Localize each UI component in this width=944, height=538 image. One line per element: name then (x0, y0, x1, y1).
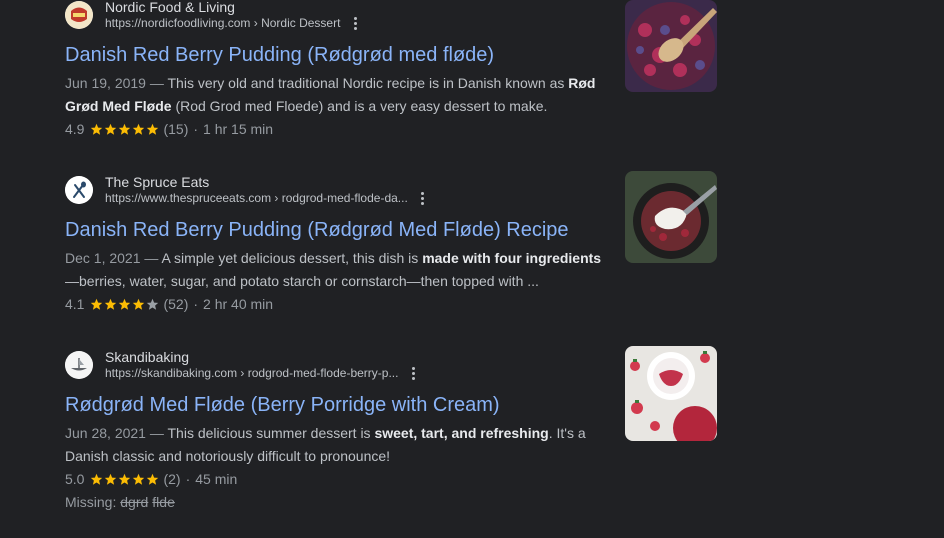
search-result: Nordic Food & Living https://nordicfoodl… (65, 0, 717, 141)
rating-row: 4.1 (52) · 2 hr 40 min (65, 293, 717, 316)
star-icon (91, 473, 103, 485)
missing-term[interactable]: flde (152, 494, 175, 510)
more-options-icon[interactable] (408, 367, 418, 381)
date-dash: — (149, 75, 164, 91)
site-name: Skandibaking (105, 348, 190, 365)
star-icon (133, 298, 145, 310)
review-count: (15) (163, 121, 189, 137)
star-icon (147, 298, 159, 310)
result-title-link[interactable]: Danish Red Berry Pudding (Rødgrød Med Fl… (65, 217, 717, 243)
snippet-text: —berries, water, sugar, and potato starc… (65, 273, 539, 289)
missing-terms: Missing: dgrd flde (65, 491, 717, 514)
star-icon (105, 123, 117, 135)
rating-value: 5.0 (65, 471, 85, 487)
result-title-link[interactable]: Danish Red Berry Pudding (Rødgrød med fl… (65, 42, 717, 68)
result-date: Jun 28, 2021 (65, 425, 146, 441)
result-title-link[interactable]: Rødgrød Med Fløde (Berry Porridge with C… (65, 392, 717, 418)
date-dash: — (144, 250, 159, 266)
missing-term[interactable]: dgrd (120, 494, 148, 510)
rating-row: 4.9 (15) · 1 hr 15 min (65, 118, 717, 141)
result-source[interactable]: The Spruce Eats https://www.thespruceeat… (65, 169, 717, 211)
result-snippet: Dec 1, 2021 — A simple yet delicious des… (65, 247, 605, 293)
nordic-food-logo-icon (65, 1, 93, 29)
review-count: (2) (163, 471, 181, 487)
site-name: Nordic Food & Living (105, 0, 235, 15)
separator: · (185, 471, 191, 487)
snippet-bold: sweet, tart, and refreshing (374, 425, 549, 441)
star-rating (90, 123, 160, 136)
berry-bowl-spoon-image[interactable] (625, 0, 717, 92)
star-icon (91, 123, 103, 135)
star-icon (105, 473, 117, 485)
viking-ship-icon (65, 351, 93, 379)
star-icon (119, 298, 131, 310)
spoon-fork-icon (65, 176, 93, 204)
rating-value: 4.1 (65, 296, 85, 312)
star-icon (133, 473, 145, 485)
snippet-bold: made with four ingredients (422, 250, 602, 266)
star-icon (133, 123, 145, 135)
star-icon (147, 123, 159, 135)
site-url: https://www.thespruceeats.com › rodgrod-… (105, 191, 408, 206)
result-source[interactable]: Nordic Food & Living https://nordicfoodl… (65, 0, 717, 36)
result-source[interactable]: Skandibaking https://skandibaking.com › … (65, 344, 717, 386)
search-result: Skandibaking https://skandibaking.com › … (65, 344, 717, 514)
result-snippet: Jun 19, 2019 — This very old and traditi… (65, 72, 605, 118)
site-url: https://skandibaking.com › rodgrod-med-f… (105, 366, 399, 381)
more-options-icon[interactable] (350, 17, 360, 31)
rating-value: 4.9 (65, 121, 85, 137)
snippet-text: This very old and traditional Nordic rec… (167, 75, 569, 91)
result-snippet: Jun 28, 2021 — This delicious summer des… (65, 422, 605, 468)
date-dash: — (149, 425, 164, 441)
cook-time: 45 min (195, 471, 238, 487)
star-icon (105, 298, 117, 310)
result-date: Dec 1, 2021 (65, 250, 141, 266)
separator: · (193, 121, 199, 137)
missing-label: Missing: (65, 494, 117, 510)
result-date: Jun 19, 2019 (65, 75, 146, 91)
separator: · (193, 296, 199, 312)
cook-time: 2 hr 40 min (203, 296, 274, 312)
more-options-icon[interactable] (418, 192, 428, 206)
snippet-text: (Rod Grod med Floede) and is a very easy… (171, 98, 548, 114)
star-icon (91, 298, 103, 310)
site-name: The Spruce Eats (105, 173, 210, 190)
rating-row: 5.0 (2) · 45 min (65, 468, 717, 491)
star-rating (90, 298, 160, 311)
star-icon (119, 123, 131, 135)
bowl-cream-berries-image[interactable] (625, 171, 717, 263)
star-icon (119, 473, 131, 485)
star-icon (147, 473, 159, 485)
search-result: The Spruce Eats https://www.thespruceeat… (65, 169, 717, 316)
site-url: https://nordicfoodliving.com › Nordic De… (105, 16, 341, 31)
review-count: (52) (163, 296, 189, 312)
star-rating (90, 473, 160, 486)
snippet-text: This delicious summer dessert is (167, 425, 375, 441)
snippet-text: A simple yet delicious dessert, this dis… (161, 250, 423, 266)
strawberry-cream-bowl-image[interactable] (625, 346, 717, 441)
cook-time: 1 hr 15 min (203, 121, 274, 137)
